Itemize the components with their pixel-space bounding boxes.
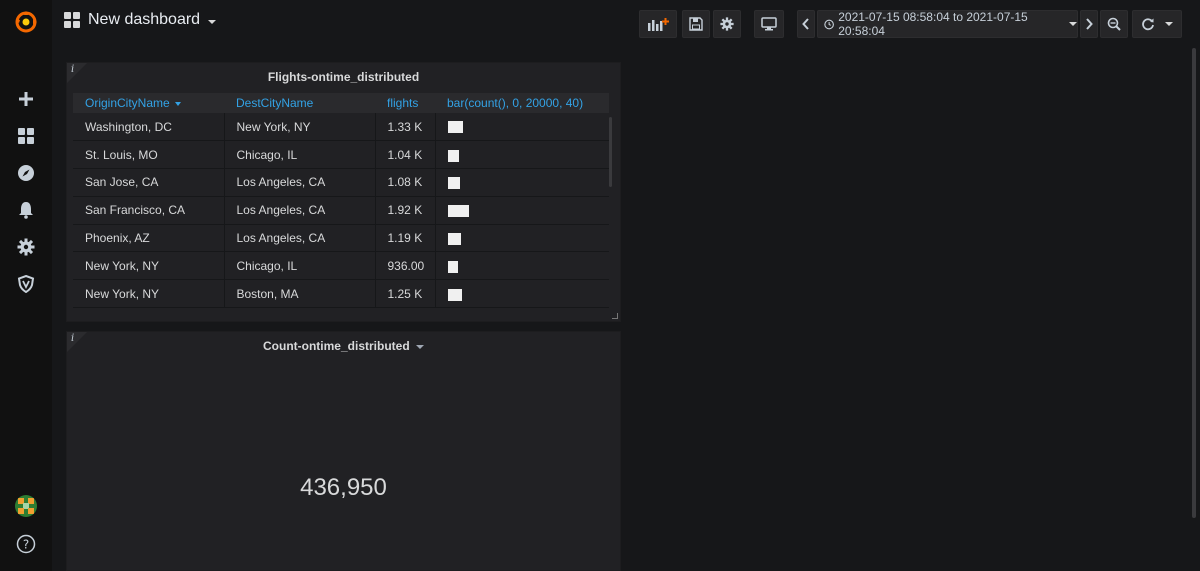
sort-desc-icon bbox=[175, 101, 182, 106]
table-row: Phoenix, AZ Los Angeles, CA 1.19 K bbox=[73, 224, 609, 253]
cell-bar bbox=[435, 140, 609, 170]
count-bar bbox=[447, 232, 461, 245]
table-row: San Jose, CA Los Angeles, CA 1.08 K bbox=[73, 168, 609, 197]
chevron-left-icon bbox=[802, 18, 809, 30]
add-panel-button[interactable] bbox=[639, 10, 677, 38]
dashboard-title-picker[interactable]: New dashboard bbox=[64, 11, 217, 29]
cell-bar bbox=[435, 196, 609, 225]
cell-flights: 1.92 K bbox=[375, 196, 436, 225]
refresh-icon bbox=[1142, 18, 1154, 31]
zoom-out-button[interactable] bbox=[1100, 10, 1128, 38]
count-bar bbox=[447, 149, 459, 162]
cycle-view-mode-button[interactable] bbox=[754, 10, 784, 38]
cell-flights: 1.19 K bbox=[375, 224, 436, 253]
cell-flights: 1.04 K bbox=[375, 140, 436, 170]
table-panel: i Flights-ontime_distributed OriginCityN… bbox=[66, 62, 621, 322]
cell-origin: New York, NY bbox=[73, 279, 225, 309]
refresh-button[interactable] bbox=[1132, 10, 1182, 38]
panel-resize-handle[interactable] bbox=[612, 313, 618, 319]
stat-value: 436,950 bbox=[300, 474, 387, 501]
chevron-right-icon bbox=[1086, 18, 1093, 30]
cell-origin: St. Louis, MO bbox=[73, 140, 225, 170]
plus-icon[interactable] bbox=[14, 87, 38, 111]
alert-bell-icon[interactable] bbox=[14, 198, 38, 222]
chevron-down-icon bbox=[1165, 22, 1173, 26]
chevron-down-icon bbox=[208, 19, 217, 24]
sidebar: ? bbox=[0, 0, 52, 571]
count-bar bbox=[447, 177, 460, 190]
time-range-picker[interactable]: 2021-07-15 08:58:04 to 2021-07-15 20:58:… bbox=[817, 10, 1078, 38]
cell-origin: New York, NY bbox=[73, 251, 225, 281]
cell-bar bbox=[435, 251, 609, 281]
time-shift-forward-button[interactable] bbox=[1080, 10, 1098, 38]
column-header-bar[interactable]: bar(count(), 0, 20000, 40) bbox=[435, 93, 609, 113]
cell-bar bbox=[435, 279, 609, 309]
cell-dest: Los Angeles, CA bbox=[224, 196, 376, 225]
stat-panel: i Count-ontime_distributed 436,950 bbox=[66, 331, 621, 571]
dashboard-settings-button[interactable] bbox=[713, 10, 741, 38]
cell-dest: New York, NY bbox=[224, 113, 376, 142]
cell-dest: Los Angeles, CA bbox=[224, 224, 376, 253]
explore-icon[interactable] bbox=[14, 161, 38, 185]
chevron-down-icon bbox=[416, 344, 424, 349]
cell-flights: 1.25 K bbox=[375, 279, 436, 309]
cell-flights: 1.33 K bbox=[375, 113, 436, 142]
add-panel-icon bbox=[648, 18, 669, 31]
time-range-text: 2021-07-15 08:58:04 to 2021-07-15 20:58:… bbox=[838, 10, 1028, 38]
dashboard-grid-icon bbox=[64, 12, 80, 28]
help-icon[interactable]: ? bbox=[14, 532, 38, 556]
cell-origin: Phoenix, AZ bbox=[73, 224, 225, 253]
page-scrollbar[interactable] bbox=[1192, 48, 1196, 518]
column-header-origin[interactable]: OriginCityName bbox=[73, 93, 224, 113]
table-header-row: OriginCityName DestCityName flights bar(… bbox=[73, 93, 609, 113]
zoom-out-icon bbox=[1107, 17, 1121, 31]
count-bar bbox=[447, 288, 462, 301]
table-panel-title[interactable]: Flights-ontime_distributed bbox=[67, 70, 620, 84]
grafana-logo[interactable] bbox=[14, 10, 38, 34]
cell-origin: Washington, DC bbox=[73, 113, 225, 142]
avatar[interactable] bbox=[15, 495, 37, 517]
flights-table: OriginCityName DestCityName flights bar(… bbox=[73, 93, 609, 309]
cell-dest: Boston, MA bbox=[224, 279, 376, 309]
cell-bar bbox=[435, 224, 609, 253]
save-icon bbox=[689, 17, 703, 31]
count-bar bbox=[447, 260, 458, 273]
shield-icon[interactable] bbox=[14, 272, 38, 296]
table-scrollbar[interactable] bbox=[609, 117, 612, 187]
cell-origin: San Jose, CA bbox=[73, 168, 225, 197]
cell-bar bbox=[435, 113, 609, 142]
svg-text:?: ? bbox=[23, 538, 29, 552]
gear-icon bbox=[720, 17, 734, 31]
dashboard-title: New dashboard bbox=[88, 11, 201, 28]
chevron-down-icon bbox=[1069, 22, 1077, 26]
count-bar bbox=[447, 121, 463, 134]
table-row: St. Louis, MO Chicago, IL 1.04 K bbox=[73, 140, 609, 170]
cell-bar bbox=[435, 168, 609, 197]
table-row: New York, NY Chicago, IL 936.00 bbox=[73, 251, 609, 281]
cell-dest: Los Angeles, CA bbox=[224, 168, 376, 197]
dashboards-icon[interactable] bbox=[14, 124, 38, 148]
cell-flights: 1.08 K bbox=[375, 168, 436, 197]
clock-icon bbox=[824, 19, 834, 29]
gear-icon[interactable] bbox=[14, 235, 38, 259]
count-bar bbox=[447, 205, 469, 218]
cell-dest: Chicago, IL bbox=[224, 251, 376, 281]
column-header-flights[interactable]: flights bbox=[375, 93, 435, 113]
monitor-icon bbox=[761, 17, 777, 31]
cell-flights: 936.00 bbox=[375, 251, 436, 281]
top-navbar: New dashboard 2021-07-15 08:58:04 to 202… bbox=[52, 0, 1200, 48]
save-dashboard-button[interactable] bbox=[682, 10, 710, 38]
table-row: San Francisco, CA Los Angeles, CA 1.92 K bbox=[73, 196, 609, 225]
table-row: Washington, DC New York, NY 1.33 K bbox=[73, 113, 609, 142]
stat-panel-title[interactable]: Count-ontime_distributed bbox=[67, 339, 620, 353]
table-row: New York, NY Boston, MA 1.25 K bbox=[73, 279, 609, 309]
cell-origin: San Francisco, CA bbox=[73, 196, 225, 225]
column-header-dest[interactable]: DestCityName bbox=[224, 93, 375, 113]
time-shift-back-button[interactable] bbox=[797, 10, 815, 38]
cell-dest: Chicago, IL bbox=[224, 140, 376, 170]
